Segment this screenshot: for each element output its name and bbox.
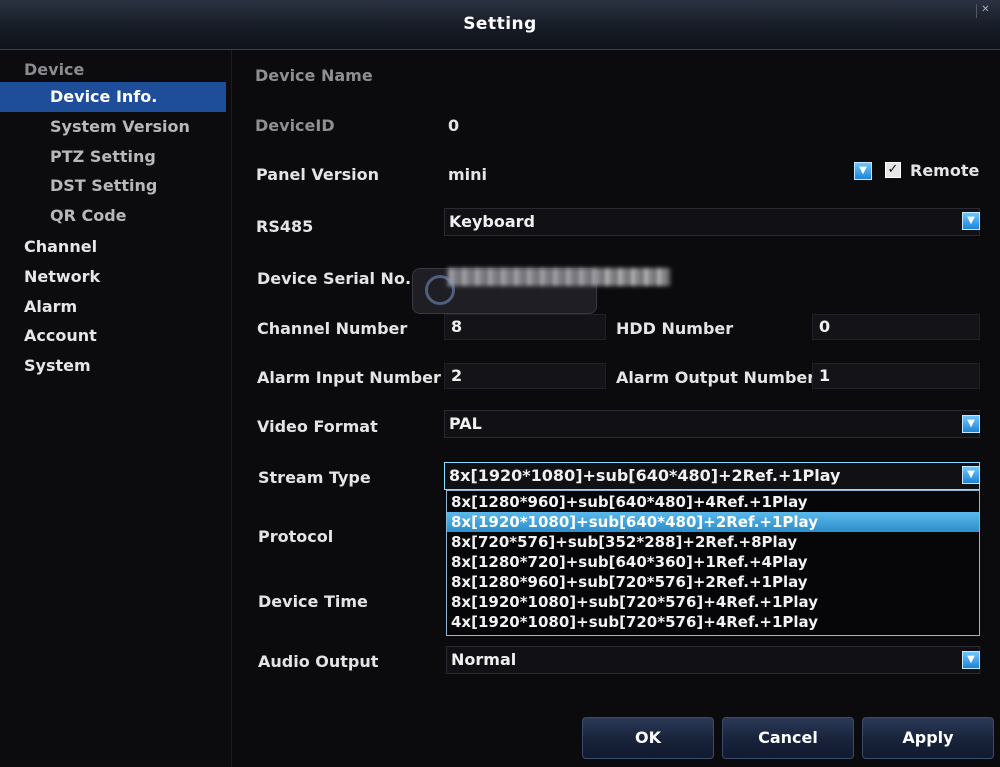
sidebar-group-network[interactable]: Network [24,267,100,286]
alarm-output-label: Alarm Output Number [616,368,816,387]
audio-output-value: Normal [451,650,517,669]
sidebar-group-account[interactable]: Account [24,326,97,345]
channel-number-field[interactable]: 8 [444,314,606,340]
remote-label: Remote [910,161,980,180]
stream-type-option[interactable]: 8x[1280*960]+sub[640*480]+4Ref.+1Play [447,492,979,512]
watermark-icon [425,275,455,305]
apply-button[interactable]: Apply [862,717,994,759]
sidebar-item-ptz-setting[interactable]: PTZ Setting [0,142,226,172]
stream-type-option[interactable]: 8x[1280*960]+sub[720*576]+2Ref.+1Play [447,572,979,592]
protocol-label: Protocol [258,527,334,546]
video-format-value: PAL [449,414,482,433]
watermark-logo [412,268,597,314]
sidebar-group-channel[interactable]: Channel [24,237,97,256]
sidebar-group-device[interactable]: Device [24,60,84,79]
cancel-button[interactable]: Cancel [722,717,854,759]
video-format-dropdown-icon[interactable]: ▼ [962,415,980,433]
hdd-number-label: HDD Number [616,319,734,338]
window-title: Setting [463,14,537,34]
alarm-output-field[interactable]: 1 [812,363,980,389]
stream-type-options-list: 8x[1280*960]+sub[640*480]+4Ref.+1Play 8x… [446,490,980,636]
stream-type-value: 8x[1920*1080]+sub[640*480]+2Ref.+1Play [449,466,841,485]
serial-label: Device Serial No. [257,269,412,288]
rs485-dropdown-icon[interactable]: ▼ [962,212,980,230]
sidebar-item-system-version[interactable]: System Version [0,112,226,142]
sidebar-item-device-info[interactable]: Device Info. [0,82,226,112]
remote-checkbox[interactable]: ✓ [885,162,901,178]
stream-type-dropdown-icon[interactable]: ▼ [962,466,980,484]
panel-version-label: Panel Version [256,165,380,184]
rs485-value: Keyboard [449,212,535,231]
sidebar-item-qr-code[interactable]: QR Code [0,201,226,231]
video-format-select[interactable]: PAL [444,410,980,438]
stream-type-label: Stream Type [258,468,371,487]
rs485-select[interactable]: Keyboard [444,208,980,236]
device-time-label: Device Time [258,592,368,611]
sidebar-group-alarm[interactable]: Alarm [24,297,77,316]
channel-number-label: Channel Number [257,319,408,338]
title-bar: Setting ✕ [0,0,1000,50]
audio-output-dropdown-icon[interactable]: ▼ [962,651,980,669]
sidebar-item-dst-setting[interactable]: DST Setting [0,171,226,201]
sidebar-group-system[interactable]: System [24,356,91,375]
alarm-input-label: Alarm Input Number [257,368,441,387]
device-id-label: DeviceID [255,116,335,135]
stream-type-option[interactable]: 8x[1280*720]+sub[640*360]+1Ref.+4Play [447,552,979,572]
ok-button[interactable]: OK [582,717,714,759]
panel-version-value: mini [448,165,488,184]
panel-version-dropdown-icon[interactable]: ▼ [854,162,872,180]
audio-output-label: Audio Output [258,652,379,671]
alarm-input-field[interactable]: 2 [444,363,606,389]
video-format-label: Video Format [257,417,378,436]
stream-type-option[interactable]: 8x[1920*1080]+sub[720*576]+4Ref.+1Play [447,592,979,612]
audio-output-select[interactable]: Normal [446,646,980,674]
stream-type-option[interactable]: 4x[1920*1080]+sub[720*576]+4Ref.+1Play [447,612,979,632]
device-name-label: Device Name [255,66,373,85]
sidebar: Device Device Info. System Version PTZ S… [0,50,232,767]
device-id-value: 0 [448,116,460,135]
hdd-number-field[interactable]: 0 [812,314,980,340]
close-icon[interactable]: ✕ [976,4,994,18]
stream-type-option[interactable]: 8x[720*576]+sub[352*288]+2Ref.+8Play [447,532,979,552]
rs485-label: RS485 [256,217,314,236]
stream-type-select[interactable]: 8x[1920*1080]+sub[640*480]+2Ref.+1Play [444,462,980,490]
stream-type-option-selected[interactable]: 8x[1920*1080]+sub[640*480]+2Ref.+1Play [447,512,979,532]
